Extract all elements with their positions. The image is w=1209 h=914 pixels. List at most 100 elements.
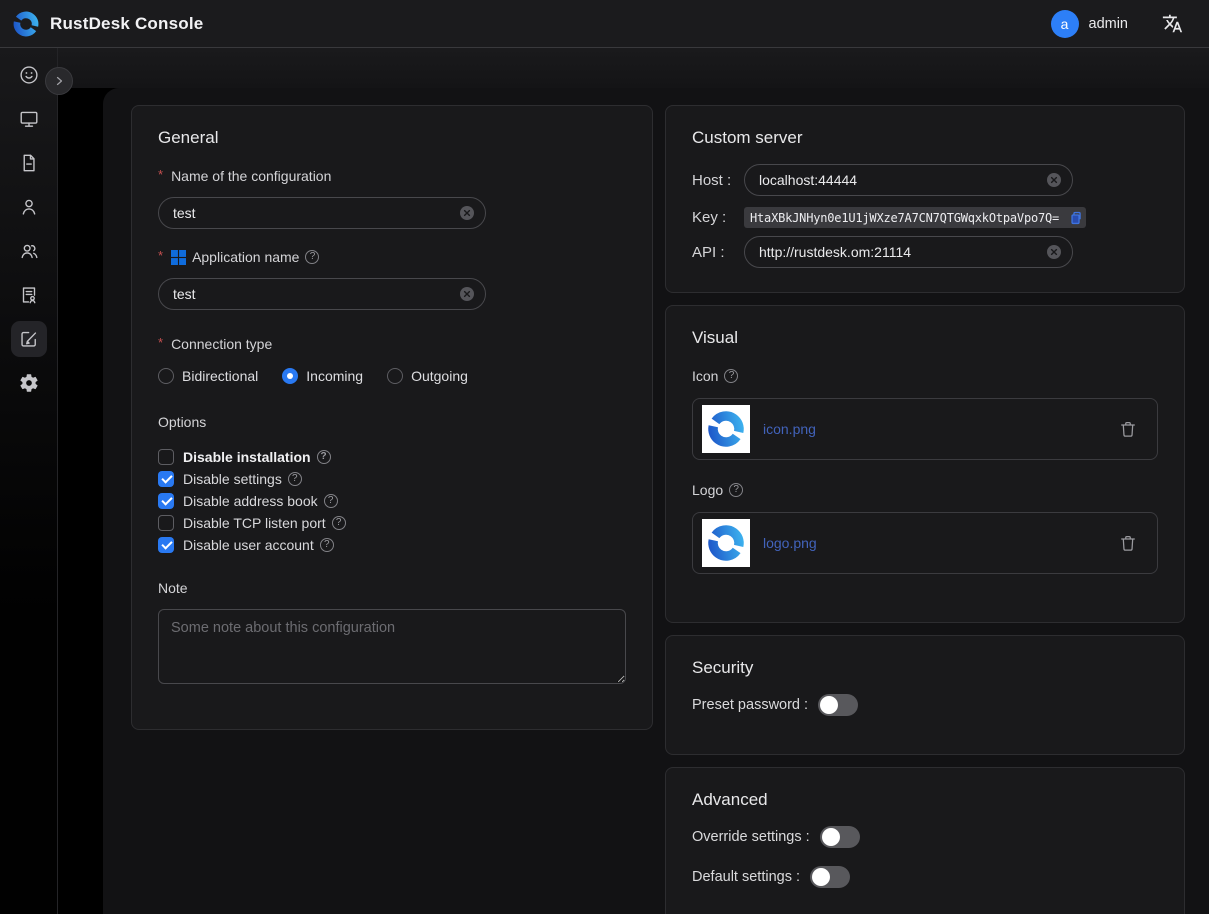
custom-server-title: Custom server — [692, 128, 1158, 148]
clear-icon[interactable] — [1046, 172, 1062, 188]
audit-log-icon — [18, 284, 40, 306]
advanced-card: Advanced Override settings : Default set… — [665, 767, 1185, 914]
user-avatar[interactable]: a — [1051, 10, 1079, 38]
sidebar-item-devices[interactable] — [11, 101, 47, 137]
icon-preview — [702, 405, 750, 453]
checkbox-icon — [158, 449, 174, 465]
checkbox-icon — [158, 471, 174, 487]
sidebar-item-groups[interactable] — [11, 233, 47, 269]
help-icon[interactable] — [724, 369, 738, 383]
app-name-label: Application name — [158, 249, 626, 265]
checkbox-icon — [158, 515, 174, 531]
option-disable-installation[interactable]: Disable installation — [158, 446, 626, 468]
host-input[interactable] — [759, 172, 1046, 188]
visual-title: Visual — [692, 328, 1158, 348]
document-icon — [18, 152, 40, 174]
checkbox-icon — [158, 537, 174, 553]
chevron-right-icon — [53, 75, 65, 87]
general-title: General — [158, 128, 626, 148]
main-area: General Name of the configuration — [58, 48, 1209, 914]
app-name-input[interactable] — [173, 286, 459, 302]
custom-server-card: Custom server Host : Key : H — [665, 105, 1185, 293]
api-field — [744, 236, 1073, 268]
monitor-icon — [18, 108, 40, 130]
top-bar: RustDesk Console a admin — [0, 0, 1209, 48]
advanced-title: Advanced — [692, 790, 1158, 810]
logo-file-box: logo.png — [692, 512, 1158, 574]
rustdesk-logo-icon — [706, 523, 746, 563]
override-settings-label: Override settings : — [692, 829, 810, 845]
default-settings-label: Default settings : — [692, 869, 800, 885]
option-disable-tcp-listen-port[interactable]: Disable TCP listen port — [158, 512, 626, 534]
key-value: HtaXBkJNHyn0e1U1jWXze7A7CN7QTGWqxkOtpaVp… — [750, 211, 1068, 225]
logo-file-link[interactable]: logo.png — [763, 535, 817, 551]
clear-icon[interactable] — [1046, 244, 1062, 260]
icon-label: Icon — [692, 368, 1158, 384]
general-card: General Name of the configuration — [131, 105, 653, 730]
translate-icon[interactable] — [1162, 13, 1183, 34]
sidebar-item-settings[interactable] — [11, 365, 47, 401]
help-icon[interactable] — [320, 538, 334, 552]
app-title: RustDesk Console — [50, 14, 203, 34]
logo-preview — [702, 519, 750, 567]
smiley-icon — [18, 64, 40, 86]
radio-outgoing[interactable]: Outgoing — [387, 368, 468, 384]
radio-icon — [158, 368, 174, 384]
key-field: HtaXBkJNHyn0e1U1jWXze7A7CN7QTGWqxkOtpaVp… — [744, 207, 1086, 228]
help-icon[interactable] — [729, 483, 743, 497]
sidebar — [0, 48, 58, 914]
sidebar-expand-button[interactable] — [45, 67, 73, 95]
option-disable-user-account[interactable]: Disable user account — [158, 534, 626, 556]
default-settings-toggle[interactable] — [810, 866, 850, 888]
copy-icon[interactable] — [1068, 211, 1082, 225]
security-card: Security Preset password : — [665, 635, 1185, 755]
connection-type-label: Connection type — [158, 336, 626, 352]
api-label: API : — [692, 244, 744, 261]
key-label: Key : — [692, 209, 744, 226]
security-title: Security — [692, 658, 1158, 678]
preset-password-label: Preset password : — [692, 697, 808, 713]
help-icon[interactable] — [317, 450, 331, 464]
icon-file-box: icon.png — [692, 398, 1158, 460]
config-name-input[interactable] — [173, 205, 459, 221]
sidebar-item-smiley[interactable] — [11, 57, 47, 93]
delete-icon[interactable] — [1119, 534, 1137, 553]
edit-icon — [18, 328, 40, 350]
options-list: Disable installation Disable settings Di… — [158, 446, 626, 556]
help-icon[interactable] — [332, 516, 346, 530]
preset-password-toggle[interactable] — [818, 694, 858, 716]
sidebar-item-users[interactable] — [11, 189, 47, 225]
content-panel: General Name of the configuration — [103, 88, 1209, 914]
delete-icon[interactable] — [1119, 420, 1137, 439]
user-name[interactable]: admin — [1089, 16, 1129, 32]
radio-icon — [387, 368, 403, 384]
gear-icon — [18, 372, 40, 394]
sidebar-item-documents[interactable] — [11, 145, 47, 181]
visual-card: Visual Icon icon.png — [665, 305, 1185, 623]
radio-incoming[interactable]: Incoming — [282, 368, 363, 384]
clear-icon[interactable] — [459, 286, 475, 302]
help-icon[interactable] — [305, 250, 319, 264]
note-label: Note — [158, 580, 626, 596]
note-textarea[interactable] — [158, 609, 626, 684]
header-band — [58, 48, 1209, 88]
help-icon[interactable] — [288, 472, 302, 486]
option-disable-settings[interactable]: Disable settings — [158, 468, 626, 490]
rustdesk-logo-icon — [12, 10, 40, 38]
radio-bidirectional[interactable]: Bidirectional — [158, 368, 258, 384]
override-settings-toggle[interactable] — [820, 826, 860, 848]
icon-file-link[interactable]: icon.png — [763, 421, 816, 437]
clear-icon[interactable] — [459, 205, 475, 221]
config-name-label: Name of the configuration — [158, 168, 626, 184]
sidebar-item-audit[interactable] — [11, 277, 47, 313]
connection-type-group: Bidirectional Incoming Outgoing — [158, 368, 626, 384]
api-input[interactable] — [759, 244, 1046, 260]
user-group-icon — [18, 240, 40, 262]
option-disable-address-book[interactable]: Disable address book — [158, 490, 626, 512]
user-icon — [18, 196, 40, 218]
checkbox-icon — [158, 493, 174, 509]
radio-icon — [282, 368, 298, 384]
sidebar-item-custom-clients[interactable] — [11, 321, 47, 357]
config-name-field — [158, 197, 486, 229]
help-icon[interactable] — [324, 494, 338, 508]
